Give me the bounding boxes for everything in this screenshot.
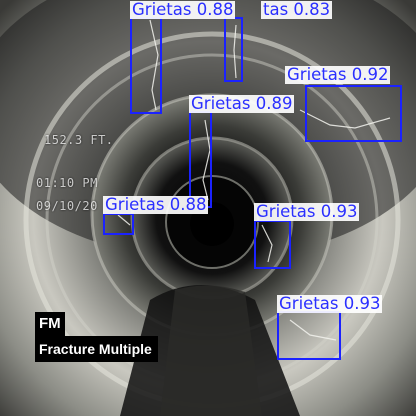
detection-label: Grietas 0.88: [130, 0, 236, 19]
crack-detection-box: [305, 85, 402, 142]
detection-label: tas 0.83: [261, 0, 333, 19]
crack-detection-box: [277, 311, 341, 360]
distance-readout: 152.3 FT.: [44, 133, 114, 147]
crack-detection-box: [103, 213, 134, 235]
crack-detection-box: [254, 220, 291, 269]
time-readout: 01:10 PM: [36, 176, 98, 190]
detection-label: Grietas 0.93: [254, 202, 360, 221]
crack-detection-box: [130, 17, 162, 114]
detection-label: Grietas 0.89: [189, 94, 295, 113]
defect-description: Fracture Multiple: [35, 336, 158, 362]
crack-detection-box: [224, 17, 243, 82]
detection-label: Grietas 0.93: [277, 294, 383, 313]
pipe-inspection-frame: 152.3 FT. 01:10 PM 09/10/20 Grietas 0.88…: [0, 0, 416, 416]
detection-label: Grietas 0.92: [285, 65, 391, 84]
defect-code: FM: [35, 312, 65, 336]
date-readout: 09/10/20: [36, 199, 98, 213]
detection-label: Grietas 0.88: [103, 195, 209, 214]
crack-detection-box: [189, 111, 212, 208]
